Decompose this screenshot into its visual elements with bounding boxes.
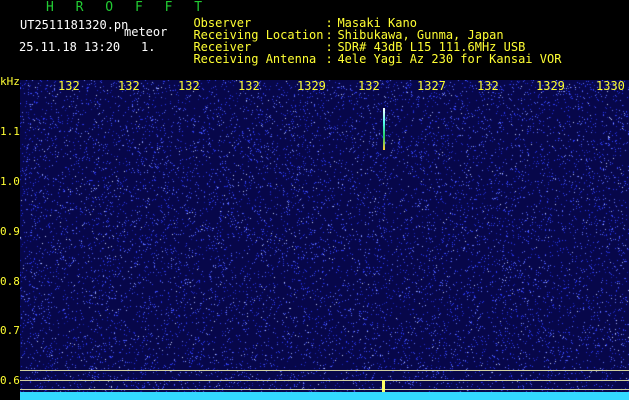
y-tick-label: 0.6	[0, 374, 20, 387]
antenna-row: Receiving Antenna:4ele Yagi Az 230 for K…	[179, 41, 561, 65]
noise-floor-band	[20, 392, 629, 400]
x-tick-label: 132	[178, 79, 200, 93]
antenna-label: Receiving Antenna	[193, 52, 317, 66]
grid-line	[20, 370, 629, 371]
y-tick-label: 1.0	[0, 175, 20, 188]
spectrogram-plot	[20, 80, 629, 400]
event-count: 1.	[141, 40, 156, 54]
y-tick-label: 0.9	[0, 225, 20, 238]
x-tick-label: 132	[477, 79, 499, 93]
x-tick-label: 1329	[297, 79, 326, 93]
x-tick-label: 132	[118, 79, 140, 93]
y-tick-label: 0.7	[0, 324, 20, 337]
x-tick-label: 1329	[536, 79, 565, 93]
y-tick-label: 1.1	[0, 125, 20, 138]
grid-line	[20, 389, 629, 390]
antenna-value: 4ele Yagi Az 230 for Kansai VOR	[337, 52, 562, 66]
grid-line	[20, 380, 629, 381]
separator: :	[325, 52, 333, 66]
x-tick-label: 132	[58, 79, 80, 93]
y-tick-label: 0.8	[0, 275, 20, 288]
meteor-echo-trace	[383, 108, 385, 150]
x-tick-label: 132	[238, 79, 260, 93]
event-type-label: meteor	[124, 25, 168, 39]
y-axis-unit: kHz	[0, 75, 20, 88]
file-name: UT2511181320.pn	[20, 18, 129, 32]
x-tick-label: 1327	[417, 79, 446, 93]
x-tick-label: 1330	[596, 79, 625, 93]
noise-field	[20, 80, 629, 400]
x-tick-label: 132	[358, 79, 380, 93]
timestamp: 25.11.18 13:20	[19, 40, 121, 54]
